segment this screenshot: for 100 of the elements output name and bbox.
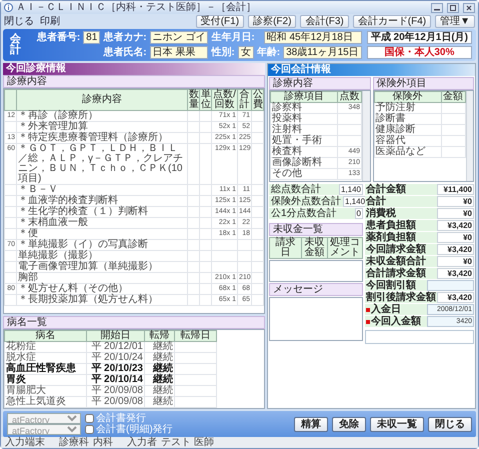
table-cell: ＊特定疾患療養管理料（診療所） <box>16 132 188 144</box>
table-cell: 継続 <box>144 342 174 352</box>
insurance-label: 国保・本人30% <box>366 46 472 59</box>
toolbar-button[interactable]: 受付(F1) <box>196 15 244 28</box>
amount-value: ¥3,420 <box>437 220 474 231</box>
field-label: 生年月日: <box>211 32 256 43</box>
column-header: 数量 <box>188 90 200 110</box>
total-label: 保険外点数合計 <box>269 196 343 207</box>
column-header: 診療項目 <box>270 92 338 102</box>
table-cell: 平 20/10/23 <box>86 364 144 374</box>
column-header: 単位 <box>200 90 212 110</box>
amount-label: 今回割引額 <box>366 280 416 291</box>
table-cell: 検査料 <box>270 146 338 158</box>
close-icon[interactable] <box>463 2 475 12</box>
column-header: 処理コメント <box>328 238 362 258</box>
scrollbar[interactable] <box>362 91 370 181</box>
table-cell: ＊再診（診療所） <box>16 110 188 122</box>
section-title: 今回診療情報 <box>3 63 265 75</box>
table-cell: 継続 <box>144 396 174 408</box>
table-cell: 電子画像管理加算（単純撮影） <box>16 262 188 272</box>
table-cell: 注射料 <box>270 124 338 136</box>
status-label: 入力者 <box>127 437 157 448</box>
table-cell: 単純撮影（撮影） <box>16 250 188 262</box>
column-header: 合計 <box>238 90 252 110</box>
checkbox[interactable] <box>85 414 94 423</box>
minimize-icon[interactable] <box>431 2 443 12</box>
amount-value: ¥0 <box>437 232 474 243</box>
table-cell: 診察料 <box>270 102 338 114</box>
column-header: 公費 <box>252 90 264 110</box>
table-cell: 処置・手術 <box>270 136 338 146</box>
table-cell: 継続 <box>144 364 174 374</box>
date-display: 平成 20年12月1日(月) <box>366 31 472 44</box>
panel-title: 診療内容 <box>3 75 265 88</box>
table-cell: 花粉症 <box>4 342 86 352</box>
screen-title: 会計 <box>9 34 22 56</box>
menu-item[interactable]: 印刷 <box>40 16 60 27</box>
table-cell: 継続 <box>144 352 174 364</box>
table-cell: 平 20/09/08 <box>86 386 144 396</box>
field-label: 患者カナ: <box>103 32 147 43</box>
status-label: 入力端末 <box>5 437 45 448</box>
toolbar-button[interactable]: 会計カード(F4) <box>352 15 432 28</box>
table-cell: 平 20/10/14 <box>86 374 144 386</box>
window-title: ＡＩ－ＣＬＩＮＩＣ［内科・テスト医師］－［会計］ <box>16 2 256 13</box>
amount-value: ¥3,420 <box>437 292 474 303</box>
table-cell: 健康診断 <box>374 124 442 136</box>
amount-label: 合計請求金額 <box>366 268 426 279</box>
table-cell: 平 20/12/01 <box>86 342 144 352</box>
panel-title: 保険外項目 <box>372 77 474 90</box>
scrollbar[interactable] <box>466 91 473 181</box>
total-value: 1,140 <box>338 184 363 195</box>
action-button[interactable]: 免除 <box>332 416 366 432</box>
checkbox-label: 会計書発行 <box>96 413 146 424</box>
action-button[interactable]: 閉じる <box>428 416 472 432</box>
total-label: 公1分点数合計 <box>269 208 355 219</box>
action-button[interactable]: 精算 <box>294 416 328 432</box>
table-cell: 胸部 <box>16 272 188 284</box>
amount-label: 入金日 <box>371 304 401 315</box>
amount-value: ¥11,400 <box>437 184 474 195</box>
table-cell: ＊外来管理加算 <box>16 122 188 132</box>
amount-label: 未収金額合計 <box>366 256 426 267</box>
toolbar-button[interactable]: 管理▼ <box>435 15 475 28</box>
amount-label: 今回入金額 <box>371 316 421 327</box>
panel-title: 病名一覧 <box>3 316 265 329</box>
toolbar-button[interactable]: 診察(F2) <box>248 15 296 28</box>
panel-title: 診療内容 <box>269 77 370 90</box>
table-cell: 高血圧性腎疾患 <box>4 364 86 374</box>
column-header: 転帰日 <box>174 330 216 342</box>
table-cell: 平 20/10/24 <box>86 352 144 364</box>
column-header: 点数/回数 <box>212 90 238 110</box>
table-cell: 胃炎 <box>4 374 86 386</box>
field-value: ニホン ゴイ <box>150 31 208 44</box>
checkbox[interactable] <box>85 425 94 434</box>
field-value: 昭和 45年12月18日 <box>264 31 362 44</box>
field-label: 患者番号: <box>36 32 80 43</box>
amount-label: 消費税 <box>366 208 396 219</box>
app-icon <box>4 3 13 12</box>
note-field[interactable] <box>365 330 474 344</box>
table-cell: 診断書 <box>374 114 442 124</box>
table-cell: ＊末梢血液一般 <box>16 218 188 228</box>
field-value: 日本 果果 <box>150 46 208 59</box>
amount-label: 割引後請求金額 <box>366 292 436 303</box>
toolbar-button[interactable]: 会計(F3) <box>300 15 349 28</box>
total-label: 総点数合計 <box>269 184 339 195</box>
field-value: 38歳11ヶ月15日 <box>283 46 362 59</box>
amount-value: ¥0 <box>437 196 474 207</box>
table-cell: ＊単純撮影（イ）の写真診断 <box>16 240 188 250</box>
column-header: 開始日 <box>86 330 144 342</box>
field-value: 81 <box>83 31 100 44</box>
table-cell: ＊処方せん料（その他） <box>16 284 188 294</box>
table-cell: ＊長期投薬加算（処方せん料） <box>16 294 188 306</box>
table-cell: ＊生化学的検査（１）判断料 <box>16 206 188 218</box>
panel-title: 未収金一覧 <box>269 223 363 236</box>
menu-item[interactable]: 閉じる <box>4 16 34 27</box>
table-cell: 脱水症 <box>4 352 86 364</box>
action-button[interactable]: 未収一覧 <box>370 416 424 432</box>
input-field[interactable] <box>427 280 474 291</box>
field-label: 性別: <box>211 47 235 58</box>
field-label: 年齢: <box>256 47 280 58</box>
table-cell: 継続 <box>144 374 174 386</box>
maximize-icon[interactable] <box>447 2 459 12</box>
